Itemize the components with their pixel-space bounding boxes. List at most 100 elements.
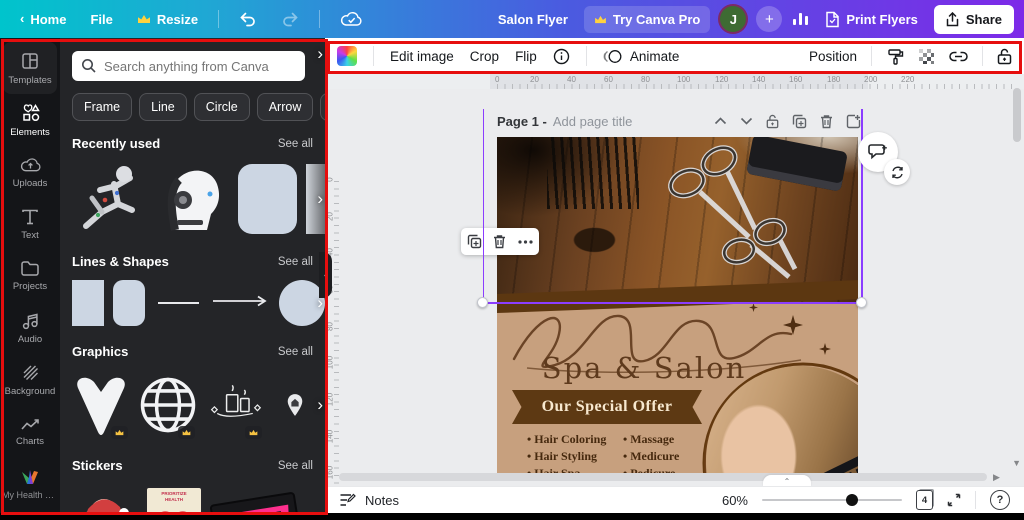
share-button[interactable]: Share [934, 5, 1014, 34]
service-item: Medicure [623, 448, 708, 465]
add-page-icon[interactable] [846, 114, 861, 129]
document-title[interactable]: Salon Flyer [498, 12, 568, 27]
lock-page-icon[interactable] [766, 114, 779, 129]
zoom-slider[interactable] [762, 499, 902, 501]
selection-handle-bottom-right[interactable] [856, 297, 867, 308]
comment-plus-icon [868, 143, 888, 161]
sidebar-item-projects[interactable]: Projects [0, 250, 60, 302]
redo-button[interactable] [271, 6, 309, 33]
vertical-scrollbar-thumb[interactable] [1013, 88, 1021, 142]
sidebar-item-text[interactable]: Text [0, 198, 60, 250]
duplicate-page-icon[interactable] [792, 114, 807, 129]
delete-page-icon[interactable] [820, 114, 833, 129]
insights-chart-button[interactable] [792, 12, 809, 26]
sidebar-item-my-health-app[interactable]: My Health C... [0, 458, 60, 510]
recent-next-chevron-icon[interactable]: › [317, 189, 323, 209]
service-item: Massage [623, 431, 708, 448]
grid-view-button[interactable]: 4 [916, 490, 933, 510]
lock-icon[interactable] [997, 48, 1012, 65]
undo-icon [239, 12, 257, 27]
chip-arrow[interactable]: Arrow [257, 93, 314, 121]
copy-style-roller-icon[interactable] [886, 48, 904, 65]
color-picker-swatch[interactable] [337, 46, 357, 66]
animate-button[interactable]: Animate [630, 49, 680, 64]
notes-button[interactable]: Notes [339, 493, 399, 508]
fullscreen-icon[interactable] [947, 493, 961, 507]
graphics-next-chevron-icon[interactable]: › [317, 395, 323, 415]
offer-banner[interactable]: Our Special Offer [512, 390, 702, 424]
sidebar-item-audio[interactable]: Audio [0, 302, 60, 354]
help-label: ? [997, 494, 1004, 506]
try-canva-pro-button[interactable]: Try Canva Pro [584, 6, 710, 33]
page-title-placeholder[interactable]: Add page title [553, 114, 633, 129]
sidebar-item-templates[interactable]: Templates [3, 42, 57, 94]
resize-button[interactable]: Resize [127, 6, 208, 33]
search-input[interactable] [72, 51, 305, 81]
sidebar-label: Audio [18, 334, 42, 345]
sticker-subscribe[interactable]: SUBSCRIBE [209, 492, 300, 513]
see-all-link[interactable]: See all [278, 256, 313, 268]
delete-element-icon[interactable] [493, 234, 506, 249]
more-options-icon[interactable] [518, 240, 533, 244]
home-button[interactable]: ‹ Home [10, 6, 76, 33]
panel-collapse-tab[interactable]: ‹ [319, 252, 332, 298]
link-icon[interactable] [949, 51, 968, 62]
graphic-heart-shape[interactable] [72, 369, 130, 441]
sticker-prioritize-health[interactable]: PRIORITIZEHEALTH [145, 486, 203, 513]
pro-crown-badge [178, 426, 195, 439]
duplicate-element-icon[interactable] [467, 234, 482, 249]
crop-button[interactable]: Crop [470, 49, 499, 64]
shape-line[interactable] [158, 302, 199, 304]
see-all-link[interactable]: See all [278, 138, 313, 150]
chip-frame[interactable]: Frame [72, 93, 132, 121]
help-button[interactable]: ? [990, 490, 1010, 510]
shape-arrow[interactable] [212, 294, 270, 312]
see-all-link[interactable]: See all [278, 346, 313, 358]
avatar[interactable]: J [720, 6, 746, 32]
stickers-next-chevron-icon[interactable]: › [317, 508, 323, 513]
transparency-icon[interactable] [918, 48, 935, 65]
recent-thumb-rounded-square[interactable] [238, 164, 297, 234]
sidebar-label: My Health C... [2, 490, 58, 500]
see-all-link[interactable]: See all [278, 460, 313, 472]
selection-handle-bottom-left[interactable] [477, 297, 488, 308]
scissors-photo[interactable] [497, 137, 858, 303]
position-button[interactable]: Position [809, 49, 857, 64]
design-page[interactable]: Spa & Salon Our Special Offer Hair Color… [497, 137, 858, 480]
move-page-up-icon[interactable] [714, 117, 727, 125]
recent-thumb-running-robot[interactable] [72, 160, 144, 238]
file-button[interactable]: File [80, 6, 122, 33]
sidebar-label: Elements [10, 127, 50, 138]
sparkle-icon [749, 303, 758, 312]
graphic-candles[interactable] [206, 369, 264, 441]
print-flyers-button[interactable]: Print Flyers [819, 5, 924, 34]
shape-rounded-square[interactable] [113, 280, 145, 326]
horizontal-scrollbar-thumb[interactable] [339, 473, 987, 481]
zoom-slider-handle[interactable] [846, 494, 858, 506]
move-page-down-icon[interactable] [740, 117, 753, 125]
chip-circle[interactable]: Circle [194, 93, 250, 121]
sidebar-item-background[interactable]: Background [0, 354, 60, 406]
sidebar-item-charts[interactable]: Charts [0, 406, 60, 458]
graphic-globe[interactable] [139, 369, 197, 441]
page-count-label: 4 [922, 495, 927, 506]
chip-line[interactable]: Line [139, 93, 187, 121]
section-title: Graphics [72, 344, 128, 359]
try-pro-label: Try Canva Pro [613, 12, 700, 27]
sticker-santa[interactable] [72, 483, 136, 513]
undo-button[interactable] [229, 6, 267, 33]
save-status-button[interactable] [330, 5, 372, 33]
edit-image-button[interactable]: Edit image [390, 49, 454, 64]
scroll-down-arrow-icon[interactable]: ▼ [1012, 458, 1021, 468]
add-member-button[interactable]: + [756, 6, 782, 32]
recent-thumb-robot-head[interactable] [153, 160, 229, 238]
sidebar-item-uploads[interactable]: Uploads [0, 146, 60, 198]
sidebar-item-elements[interactable]: Elements [0, 94, 60, 146]
flip-button[interactable]: Flip [515, 49, 537, 64]
shape-square[interactable] [72, 280, 104, 326]
scroll-right-arrow-icon[interactable]: ▶ [993, 472, 1000, 483]
graphic-home-pin-partial[interactable] [273, 369, 303, 441]
vertical-ruler: 020 4060 80100 120140 160180 [325, 89, 339, 513]
info-icon[interactable] [553, 48, 570, 65]
rotate-button[interactable] [884, 159, 910, 185]
